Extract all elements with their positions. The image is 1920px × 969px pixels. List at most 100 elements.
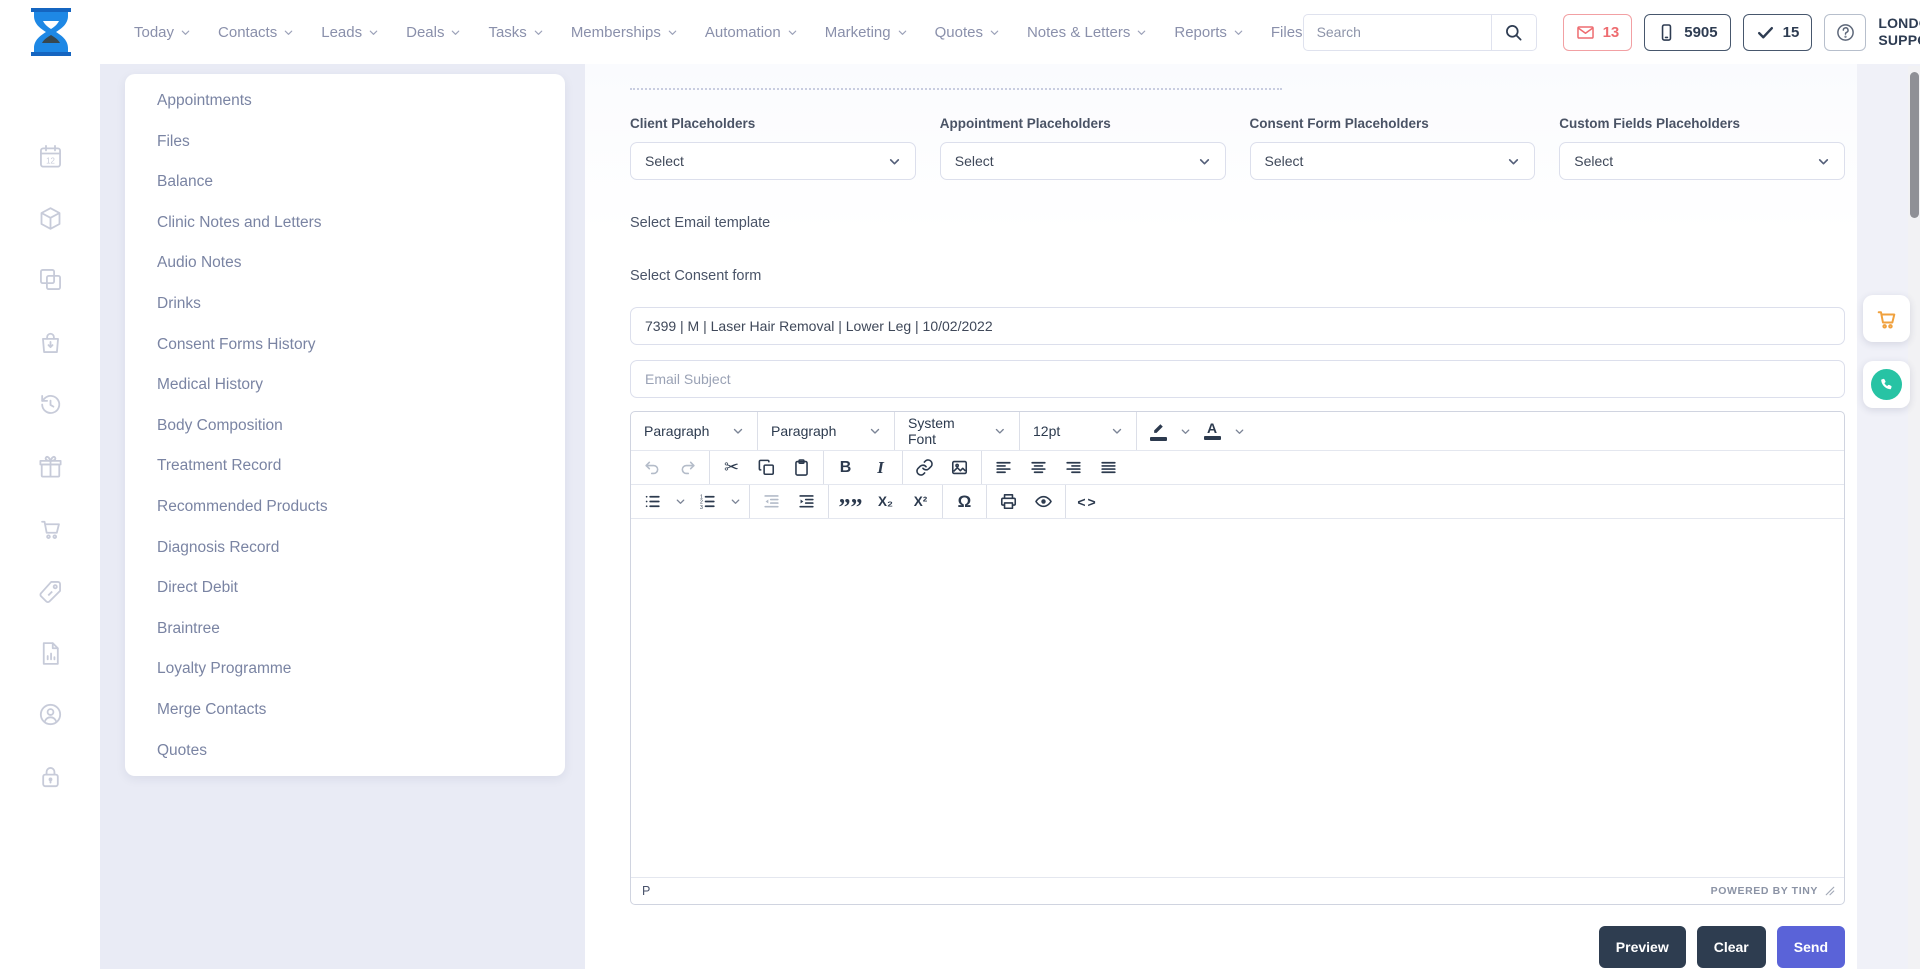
menu-item-balance[interactable]: Balance	[125, 162, 565, 203]
menu-item-direct-debit[interactable]: Direct Debit	[125, 568, 565, 609]
nav-item-memberships[interactable]: Memberships	[571, 24, 678, 41]
rail-loyalty-button[interactable]	[34, 450, 66, 482]
font-family-dropdown[interactable]: System Font	[899, 412, 1015, 450]
preview-button[interactable]: Preview	[1599, 926, 1686, 968]
superscript-button[interactable]: X²	[903, 485, 938, 518]
subscript-button[interactable]: X₂	[868, 485, 903, 518]
align-right-button[interactable]	[1056, 451, 1091, 484]
align-center-button[interactable]	[1021, 451, 1056, 484]
insert-link-button[interactable]	[907, 451, 942, 484]
nav-item-marketing[interactable]: Marketing	[825, 24, 908, 41]
menu-item-diagnosis-record[interactable]: Diagnosis Record	[125, 528, 565, 569]
menu-item-files[interactable]: Files	[125, 122, 565, 163]
powered-by-tiny-label[interactable]: POWERED BY TINY	[1711, 885, 1818, 897]
align-left-button[interactable]	[986, 451, 1021, 484]
blockquote-button[interactable]: ””	[833, 485, 868, 518]
cut-button[interactable]: ✂	[714, 451, 749, 484]
justify-button[interactable]	[1091, 451, 1126, 484]
nav-item-contacts[interactable]: Contacts	[218, 24, 294, 41]
nav-item-quotes[interactable]: Quotes	[935, 24, 1000, 41]
appointment-placeholders-select[interactable]: Select	[940, 142, 1226, 180]
nav-item-reports[interactable]: Reports	[1174, 24, 1244, 41]
help-button[interactable]	[1824, 14, 1866, 51]
menu-item-drinks[interactable]: Drinks	[125, 284, 565, 325]
italic-button[interactable]: I	[863, 451, 898, 484]
rail-reports-button[interactable]	[34, 637, 66, 669]
nav-item-automation[interactable]: Automation	[705, 24, 798, 41]
bold-button[interactable]: B	[828, 451, 863, 484]
paste-button[interactable]	[784, 451, 819, 484]
insert-image-button[interactable]	[942, 451, 977, 484]
nav-item-leads[interactable]: Leads	[321, 24, 379, 41]
menu-item-appointments[interactable]: Appointments	[125, 81, 565, 122]
editor-content-area[interactable]	[631, 519, 1844, 877]
print-button[interactable]	[991, 485, 1026, 518]
select-email-template[interactable]: Select Email template	[630, 215, 1845, 231]
nav-item-notes-letters[interactable]: Notes & Letters	[1027, 24, 1147, 41]
style-dropdown[interactable]: Paragraph	[635, 412, 753, 450]
rail-duplicate-button[interactable]	[34, 263, 66, 295]
search-button[interactable]	[1491, 14, 1537, 51]
email-subject-input[interactable]	[630, 360, 1845, 398]
element-path[interactable]: P	[642, 884, 650, 898]
redo-button[interactable]	[670, 451, 705, 484]
rail-calendar-button[interactable]: 12	[34, 140, 66, 172]
bullet-list-button[interactable]	[635, 485, 670, 518]
floating-cart-button[interactable]	[1863, 295, 1910, 342]
rail-cart-button[interactable]	[34, 512, 66, 544]
menu-item-audio-notes[interactable]: Audio Notes	[125, 243, 565, 284]
preview-eye-button[interactable]	[1026, 485, 1061, 518]
rail-account-button[interactable]	[34, 698, 66, 730]
custom-fields-placeholders-select[interactable]: Select	[1559, 142, 1845, 180]
menu-item-recommended-products[interactable]: Recommended Products	[125, 487, 565, 528]
clear-button[interactable]: Clear	[1697, 926, 1766, 968]
messages-badge[interactable]: 13	[1563, 14, 1633, 51]
undo-button[interactable]	[635, 451, 670, 484]
rail-products-button[interactable]	[34, 202, 66, 234]
consent-form-placeholders-select[interactable]: Select	[1250, 142, 1536, 180]
menu-item-body-composition[interactable]: Body Composition	[125, 406, 565, 447]
highlight-color-button[interactable]	[1141, 415, 1175, 448]
rail-pricing-button[interactable]	[34, 575, 66, 607]
floating-phone-button[interactable]	[1863, 361, 1910, 408]
menu-item-treatment-record[interactable]: Treatment Record	[125, 446, 565, 487]
resize-handle-icon[interactable]	[1825, 886, 1835, 896]
text-color-menu-button[interactable]	[1229, 415, 1249, 448]
menu-item-braintree[interactable]: Braintree	[125, 609, 565, 650]
app-logo-hourglass-icon[interactable]	[28, 7, 74, 57]
client-placeholders-select[interactable]: Select	[630, 142, 916, 180]
nav-item-tasks[interactable]: Tasks	[488, 24, 543, 41]
search-input[interactable]	[1303, 14, 1491, 51]
numbered-list-menu-button[interactable]	[725, 485, 745, 518]
subject-prefill-input[interactable]	[630, 307, 1845, 345]
font-size-dropdown[interactable]: 12pt	[1024, 412, 1132, 450]
copy-button[interactable]	[749, 451, 784, 484]
numbered-list-button[interactable]: 123	[690, 485, 725, 518]
menu-item-quotes[interactable]: Quotes	[125, 731, 565, 772]
nav-item-today[interactable]: Today	[134, 24, 191, 41]
nav-item-deals[interactable]: Deals	[406, 24, 461, 41]
menu-item-consent-forms-history[interactable]: Consent Forms History	[125, 325, 565, 366]
menu-item-merge-contacts[interactable]: Merge Contacts	[125, 690, 565, 731]
special-character-button[interactable]: Ω	[947, 485, 982, 518]
rail-orders-button[interactable]	[34, 326, 66, 358]
highlight-color-menu-button[interactable]	[1175, 415, 1195, 448]
menu-item-clinic-notes-letters[interactable]: Clinic Notes and Letters	[125, 203, 565, 244]
bullet-list-menu-button[interactable]	[670, 485, 690, 518]
rail-security-button[interactable]	[34, 760, 66, 792]
outdent-button[interactable]	[754, 485, 789, 518]
indent-button[interactable]	[789, 485, 824, 518]
nav-item-files[interactable]: Files	[1271, 24, 1303, 41]
send-button[interactable]: Send	[1777, 926, 1845, 968]
page-scrollbar[interactable]	[1908, 66, 1920, 969]
rail-history-button[interactable]	[34, 388, 66, 420]
scrollbar-thumb[interactable]	[1910, 72, 1919, 218]
menu-item-loyalty-programme[interactable]: Loyalty Programme	[125, 649, 565, 690]
text-color-button[interactable]: A	[1195, 415, 1229, 448]
calls-badge[interactable]: 5905	[1644, 14, 1730, 51]
menu-item-medical-history[interactable]: Medical History	[125, 365, 565, 406]
source-code-button[interactable]: <>	[1070, 485, 1105, 518]
block-format-dropdown[interactable]: Paragraph	[762, 412, 890, 450]
tasks-badge[interactable]: 15	[1743, 14, 1813, 51]
select-consent-form[interactable]: Select Consent form	[630, 268, 1845, 284]
